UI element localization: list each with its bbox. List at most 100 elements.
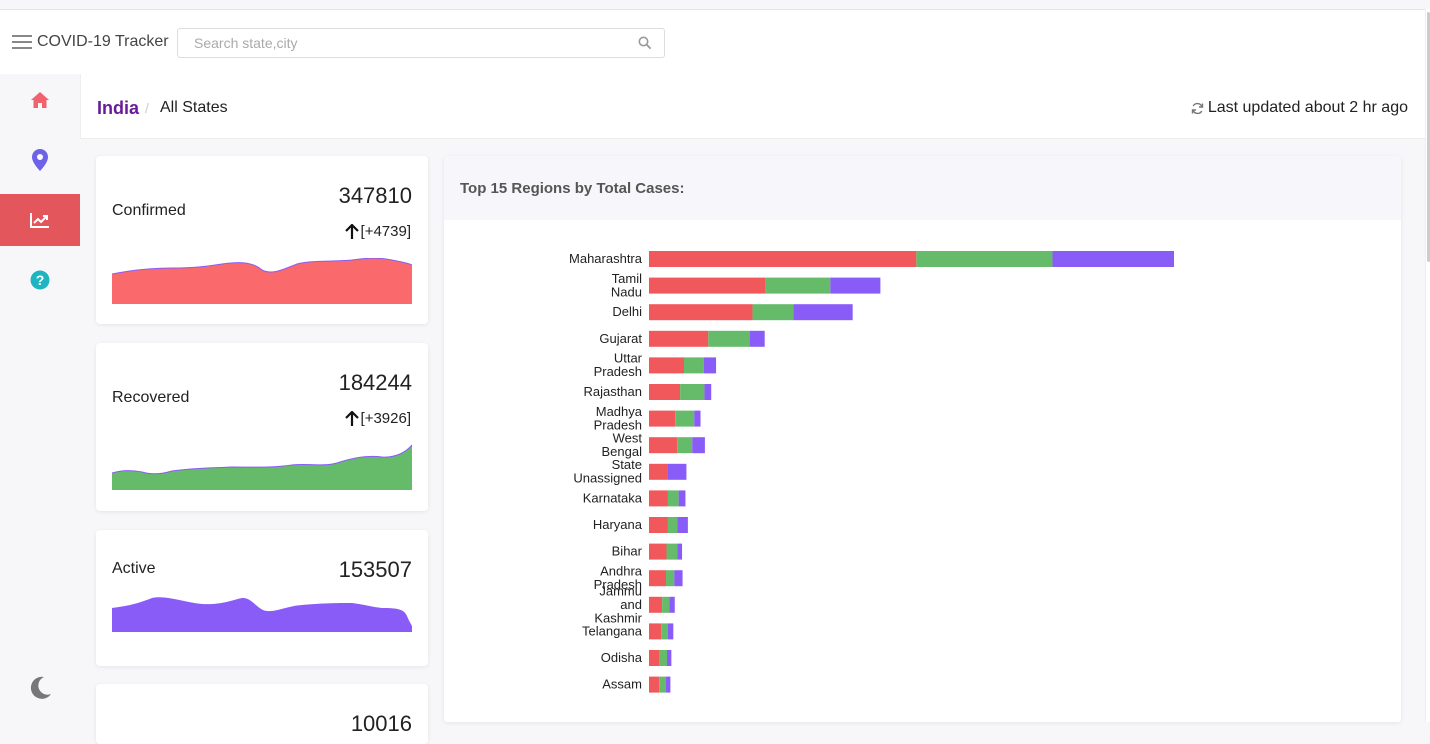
search-icon[interactable] xyxy=(638,36,652,50)
bar-segment[interactable] xyxy=(830,277,881,294)
confirmed-card[interactable]: Confirmed 347810 [+4739] xyxy=(96,156,428,324)
bar-segment[interactable] xyxy=(749,330,765,347)
bar-segment[interactable] xyxy=(649,570,667,587)
bar-segment[interactable] xyxy=(667,517,678,533)
top-bar: COVID-19 Tracker xyxy=(0,9,1425,74)
card-value: 184244 xyxy=(338,370,412,395)
sidebar: ? xyxy=(0,74,80,722)
active-card[interactable]: Active 153507 xyxy=(96,530,428,666)
bar-segment[interactable] xyxy=(678,490,686,507)
bar-segment[interactable] xyxy=(752,304,794,321)
bar-segment[interactable] xyxy=(765,277,831,294)
last-updated-text: Last updated about 2 hr ago xyxy=(1207,99,1408,116)
map-pin-icon xyxy=(32,149,48,171)
nav-help[interactable]: ? xyxy=(0,254,80,306)
theme-toggle[interactable] xyxy=(0,662,80,714)
search-box[interactable] xyxy=(177,28,665,58)
app-title: COVID-19 Tracker xyxy=(37,33,169,50)
bar-label: Pradesh xyxy=(594,364,642,379)
bar-segment[interactable] xyxy=(649,410,676,427)
bar-segment[interactable] xyxy=(669,596,675,613)
card-label: Confirmed xyxy=(112,202,186,219)
bar-segment[interactable] xyxy=(667,490,679,507)
bar-label: Assam xyxy=(602,677,642,692)
bar-segment[interactable] xyxy=(649,650,660,666)
menu-icon[interactable] xyxy=(12,35,32,49)
bar-label: Nadu xyxy=(611,284,642,299)
nav-trends[interactable] xyxy=(0,194,80,246)
bar-segment[interactable] xyxy=(659,676,667,693)
home-icon xyxy=(31,92,49,108)
card-delta: [+3926] xyxy=(344,410,411,427)
bar-segment[interactable] xyxy=(1052,251,1174,267)
bar-segment[interactable] xyxy=(649,251,917,267)
bar-segment[interactable] xyxy=(666,676,671,693)
bar-segment[interactable] xyxy=(666,650,672,666)
bar-label: Delhi xyxy=(612,304,642,319)
bar-segment[interactable] xyxy=(708,330,750,347)
help-icon: ? xyxy=(30,270,50,290)
bar-segment[interactable] xyxy=(649,357,684,374)
bar-segment[interactable] xyxy=(649,543,667,560)
bar-segment[interactable] xyxy=(916,251,1053,267)
bar-segment[interactable] xyxy=(662,596,670,613)
bar-segment[interactable] xyxy=(684,357,704,374)
bar-segment[interactable] xyxy=(649,517,668,533)
bar-segment[interactable] xyxy=(649,330,709,347)
bar-segment[interactable] xyxy=(680,384,705,400)
bar-segment[interactable] xyxy=(649,676,660,693)
bar-segment[interactable] xyxy=(649,596,663,613)
breadcrumb-country-link[interactable]: India xyxy=(97,98,139,119)
bar-label: Haryana xyxy=(593,517,643,532)
bar-segment[interactable] xyxy=(649,437,678,454)
nav-map[interactable] xyxy=(0,134,80,186)
card-delta-text: [+4739] xyxy=(360,223,411,240)
card-value: 347810 xyxy=(338,183,412,208)
bar-segment[interactable] xyxy=(674,570,683,587)
bar-segment[interactable] xyxy=(675,410,695,427)
bar-segment[interactable] xyxy=(793,304,853,321)
bar-label: Gujarat xyxy=(599,331,642,346)
card-delta-text: [+3926] xyxy=(360,410,411,427)
bar-segment[interactable] xyxy=(649,623,662,640)
breadcrumb: India / All States Last updated about 2 … xyxy=(80,74,1425,139)
card-label: Recovered xyxy=(112,389,190,406)
chart-title: Top 15 Regions by Total Cases: xyxy=(460,180,685,197)
deceased-card[interactable]: 10016 xyxy=(96,684,428,744)
search-input[interactable] xyxy=(178,29,618,57)
bar-segment[interactable] xyxy=(649,490,668,507)
bar-segment[interactable] xyxy=(649,463,668,480)
recovered-card[interactable]: Recovered 184244 [+3926] xyxy=(96,343,428,511)
bar-segment[interactable] xyxy=(694,410,701,427)
chart-header: Top 15 Regions by Total Cases: xyxy=(444,156,1401,220)
trending-chart-icon xyxy=(30,213,49,228)
bar-label: Telangana xyxy=(582,623,643,638)
breadcrumb-current: All States xyxy=(160,99,228,116)
bar-segment[interactable] xyxy=(677,543,683,560)
bar-segment[interactable] xyxy=(649,277,766,294)
bar-segment[interactable] xyxy=(677,437,693,454)
card-label: Active xyxy=(112,560,156,577)
nav-home[interactable] xyxy=(0,74,80,126)
refresh-icon[interactable] xyxy=(1191,102,1204,115)
moon-icon xyxy=(30,676,51,699)
breadcrumb-separator: / xyxy=(145,100,149,116)
bar-segment[interactable] xyxy=(677,517,688,533)
bar-label: Maharashtra xyxy=(569,251,643,266)
bar-segment[interactable] xyxy=(649,304,753,321)
bar-segment[interactable] xyxy=(667,463,687,480)
bar-segment[interactable] xyxy=(704,384,712,400)
bar-label: Karnataka xyxy=(583,490,643,505)
regions-bar-chart: MaharashtraTamilNaduDelhiGujaratUttarPra… xyxy=(569,251,1174,693)
chart-panel: Top 15 Regions by Total Cases: Maharasht… xyxy=(444,156,1401,722)
bar-segment[interactable] xyxy=(703,357,717,374)
arrow-up-icon xyxy=(344,223,359,239)
bar-segment[interactable] xyxy=(667,623,674,640)
bar-segment[interactable] xyxy=(692,437,705,454)
last-updated: Last updated about 2 hr ago xyxy=(1191,99,1408,117)
bar-segment[interactable] xyxy=(659,650,667,666)
bar-segment[interactable] xyxy=(666,570,675,587)
bar-segment[interactable] xyxy=(649,384,681,400)
bar-segment[interactable] xyxy=(666,543,678,560)
bar-segment[interactable] xyxy=(661,623,668,640)
